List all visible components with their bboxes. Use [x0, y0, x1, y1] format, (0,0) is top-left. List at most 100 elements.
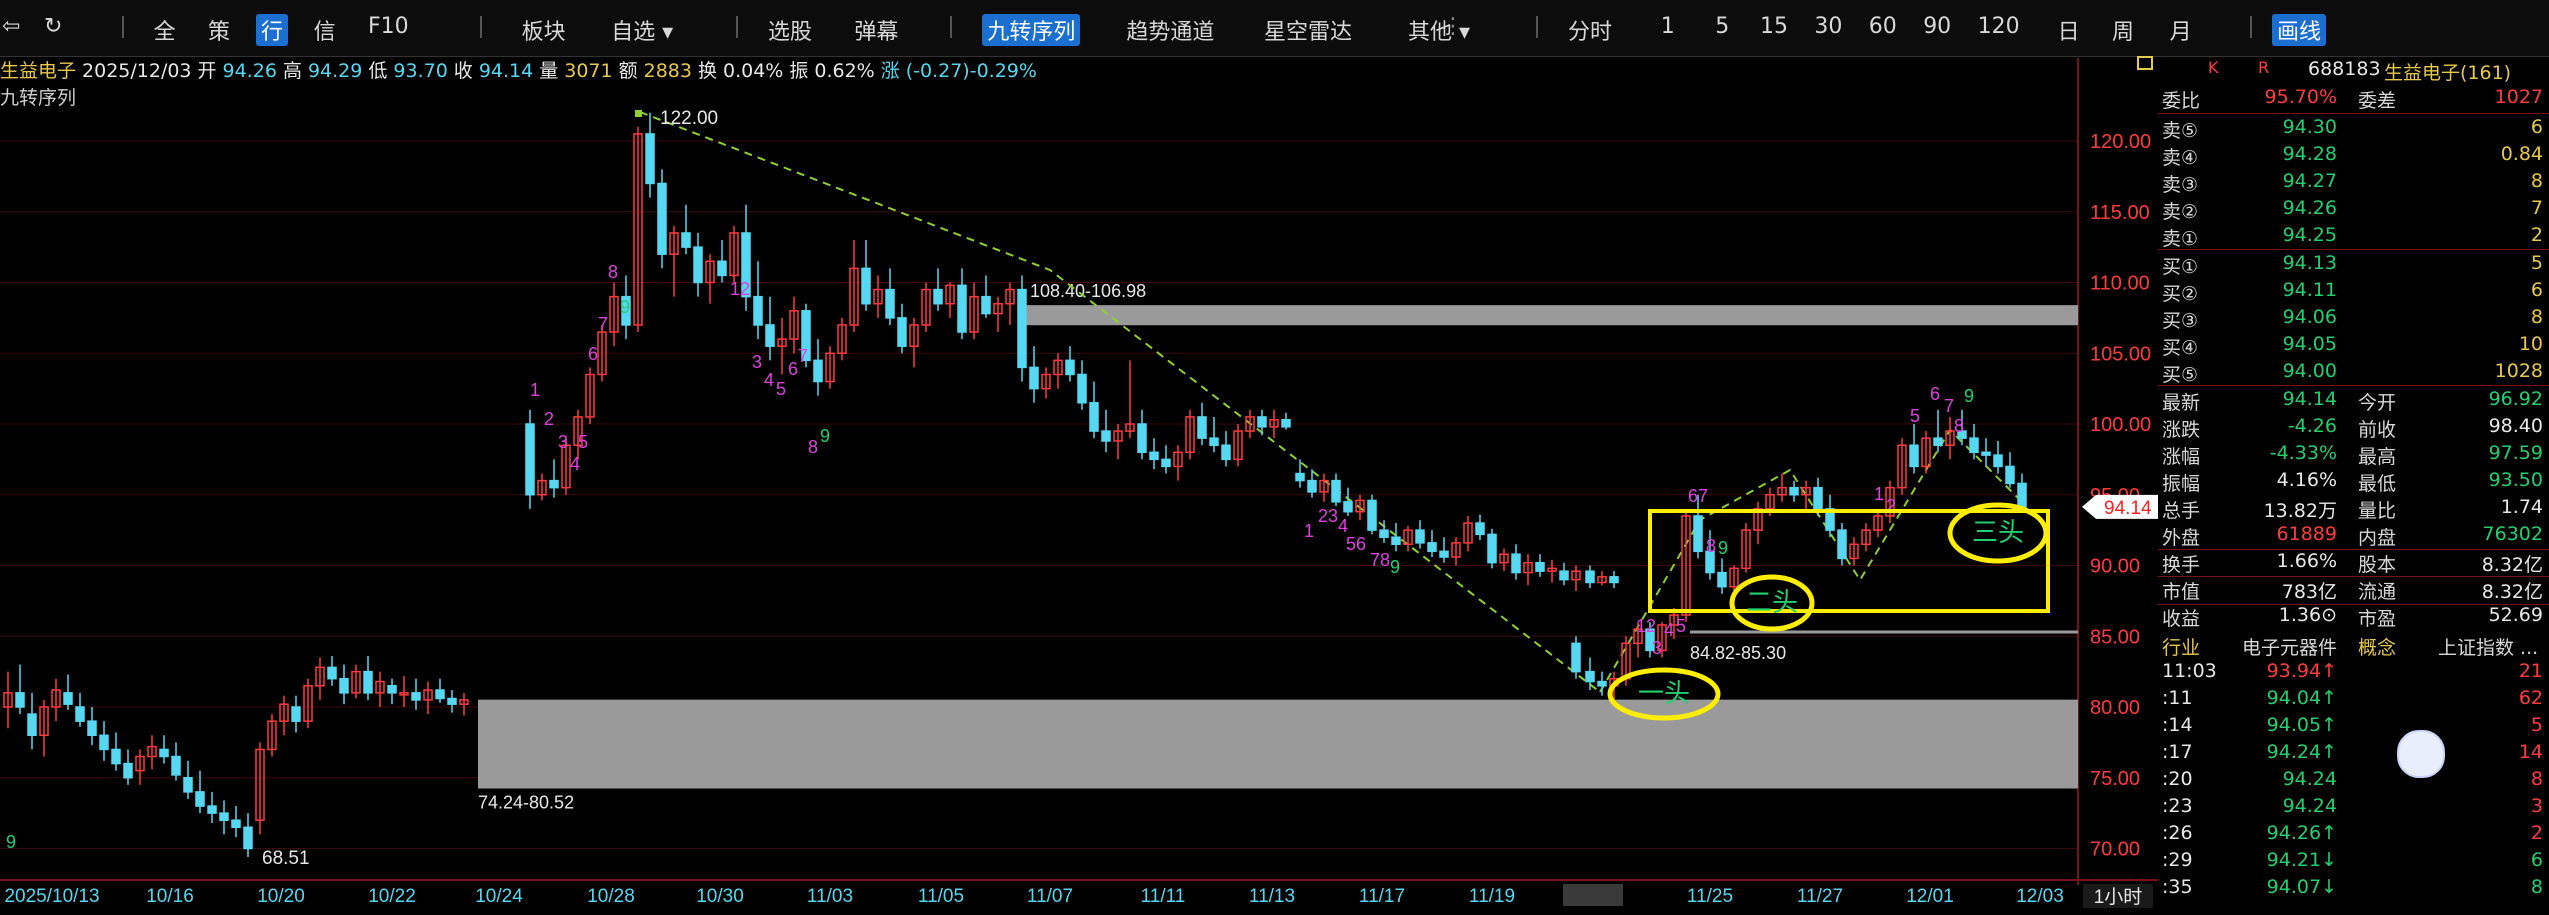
- candle-body: [1933, 437, 1943, 446]
- resistance-zone-label: 108.40-106.98: [1030, 281, 1146, 301]
- toolbar-separator: [2249, 16, 2252, 38]
- td-sequence-number: 56: [1346, 534, 1366, 554]
- support-zone: [478, 699, 2078, 789]
- candlestick-chart[interactable]: 120.00115.00110.00105.00100.0095.0090.00…: [0, 0, 2158, 915]
- candle-body: [1415, 529, 1425, 544]
- high-price-marker: [635, 110, 642, 117]
- candle-body: [99, 734, 109, 751]
- candle-body: [75, 706, 85, 722]
- td-sequence-number: 23: [1318, 506, 1338, 526]
- ask-volume: 2: [2530, 224, 2543, 246]
- td-sequence-number: 4: [1338, 516, 1348, 536]
- stat-label: 市盈: [2358, 608, 2397, 630]
- bid-label: 买①: [2162, 256, 2199, 278]
- y-tick-label: 70.00: [2090, 839, 2140, 861]
- stat-value: 8.32亿: [2481, 554, 2543, 576]
- ask-volume: 0.84: [2500, 143, 2543, 165]
- tick-volume: 2: [2530, 822, 2543, 844]
- tick-row: :23 94.24 3: [2158, 793, 2549, 820]
- candle-body: [183, 777, 193, 793]
- candle-body: [63, 692, 73, 705]
- ask-price: 94.30: [2282, 116, 2337, 138]
- tick-row: :14 94.05↑ 5: [2158, 712, 2549, 739]
- tick-volume: 6: [2530, 849, 2543, 871]
- candle-body: [207, 805, 217, 814]
- tick-time: :29: [2162, 849, 2193, 871]
- bid-label: 买④: [2162, 337, 2199, 359]
- stat-label: 前收: [2358, 419, 2397, 441]
- y-tick-label: 100.00: [2090, 414, 2151, 436]
- low-price-label: 68.51: [262, 848, 310, 869]
- candle-body: [549, 479, 559, 489]
- x-tick-label: 10/28: [587, 886, 635, 907]
- candle-body: [693, 246, 703, 284]
- candle-body: [231, 819, 241, 829]
- stat-label: 内盘: [2358, 527, 2397, 549]
- order-ratio-row: 委比 95.70% 委差 1027: [2158, 84, 2549, 112]
- candle-body: [1089, 402, 1099, 432]
- bid-volume: 8: [2530, 306, 2543, 328]
- stat-label: 量比: [2358, 500, 2397, 522]
- candle-body: [15, 692, 25, 708]
- x-tick-label: 11/03: [807, 886, 853, 907]
- candle-body: [1221, 444, 1231, 461]
- tick-volume: 62: [2518, 687, 2543, 709]
- ask-row: 卖④ 94.28 0.84: [2158, 141, 2549, 169]
- tick-row: 11:03 93.94↑ 21: [2158, 658, 2549, 685]
- ask-price: 94.25: [2282, 224, 2337, 246]
- td-sequence-number: 4: [764, 370, 774, 390]
- bid-row: 买③ 94.06 8: [2158, 304, 2549, 332]
- candle-body: [123, 762, 133, 779]
- r-icon: R: [2258, 58, 2270, 77]
- td-sequence-number: 5: [1676, 616, 1686, 636]
- quote-header: K R 688183 生益电子(161): [2158, 56, 2549, 84]
- stat-value: 4.16%: [2276, 469, 2337, 491]
- last-price-label: 94.14: [2104, 498, 2152, 519]
- candle-body: [387, 685, 397, 694]
- ask-volume: 7: [2530, 197, 2543, 219]
- toolbar-item-24[interactable]: 画线: [2272, 14, 2327, 46]
- td-sequence-number: 67: [1688, 486, 1708, 506]
- candle-body: [1693, 515, 1703, 553]
- stock-title: 生益电子(161): [2384, 62, 2512, 84]
- tick-row: :20 94.24 8: [2158, 766, 2549, 793]
- candle-body: [1717, 571, 1727, 588]
- stat-value: -4.33%: [2269, 442, 2337, 464]
- candle-body: [195, 791, 205, 807]
- industry-row: 行业 电子元器件 概念 上证指数 ...: [2158, 631, 2549, 659]
- stat-value: 52.69: [2488, 604, 2543, 626]
- stat-row: 收益 1.36⊙ 市盈 52.69: [2158, 602, 2549, 630]
- bid-row: 买① 94.13 5: [2158, 250, 2549, 278]
- y-tick-label: 115.00: [2090, 202, 2150, 224]
- toolbar-item-23[interactable]: 月: [2170, 14, 2192, 46]
- y-tick-label: 80.00: [2090, 697, 2140, 719]
- ask-price: 94.27: [2282, 170, 2337, 192]
- ask-label: 卖⑤: [2162, 120, 2199, 142]
- ratio-value: 95.70%: [2264, 86, 2337, 108]
- stat-value: 1.74: [2500, 496, 2543, 518]
- td-sequence-number: 1: [1874, 484, 1884, 504]
- td-sequence-number: 4: [1664, 620, 1674, 640]
- tick-row: :26 94.26↑ 2: [2158, 820, 2549, 847]
- td-sequence-number: 6: [788, 359, 798, 379]
- candle-body: [1343, 501, 1353, 513]
- stat-label: 换手: [2162, 554, 2201, 576]
- candle-body: [171, 755, 181, 776]
- td-sequence-number: 1: [1304, 521, 1314, 541]
- candle-body: [981, 295, 991, 315]
- candle-body: [219, 812, 229, 821]
- candle-body: [243, 826, 253, 850]
- candle-body: [1487, 533, 1497, 564]
- td-sequence-number: 9: [820, 426, 830, 446]
- stat-label: 最低: [2358, 473, 2397, 495]
- tick-price: 94.24: [2282, 768, 2337, 790]
- ask-label: 卖③: [2162, 174, 2199, 196]
- td-sequence-number: 9: [620, 297, 630, 317]
- x-tick-label: 11/13: [1249, 886, 1295, 907]
- stat-label: 涨跌: [2162, 419, 2201, 441]
- candle-body: [1101, 430, 1111, 442]
- share-button[interactable]: [2397, 730, 2445, 778]
- candle-body: [1511, 553, 1521, 574]
- candle-body: [327, 666, 337, 680]
- industry-label: 行业: [2162, 637, 2201, 659]
